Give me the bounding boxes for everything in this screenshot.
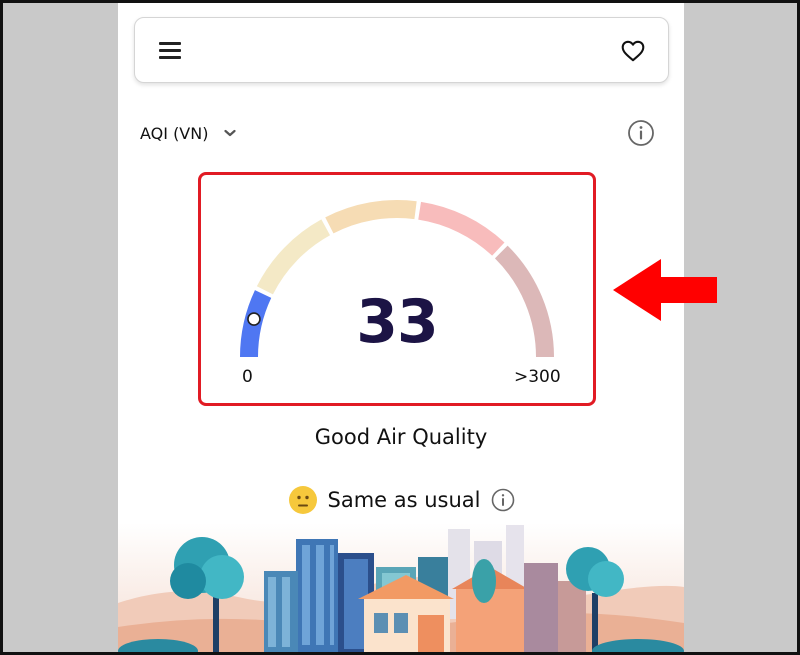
heart-icon[interactable] [620, 38, 646, 64]
neutral-face-emoji [288, 486, 317, 514]
gauge-max-label: >300 [514, 367, 561, 387]
chevron-down-icon [224, 129, 237, 137]
gauge-min-label: 0 [242, 367, 253, 387]
screenshot-frame: AQI (VN) 33 0 >300 Good Air Quality Same… [0, 0, 800, 655]
city-skyline-illustration [118, 523, 684, 652]
gauge-segment [325, 200, 417, 234]
aqi-gauge: 33 0 >300 [198, 172, 596, 406]
red-arrow-annotation [613, 259, 717, 321]
status-row: Same as usual [118, 483, 684, 517]
gauge-segment [418, 201, 505, 256]
status-text: Same as usual [327, 488, 481, 512]
hamburger-menu-icon[interactable] [157, 38, 185, 62]
info-icon[interactable] [491, 488, 515, 512]
info-icon[interactable] [627, 119, 655, 147]
aqi-standard-label: AQI (VN) [140, 123, 209, 143]
aqi-value: 33 [356, 287, 439, 357]
gauge-segment [256, 219, 331, 295]
air-quality-label: Good Air Quality [314, 425, 488, 449]
top-bar [134, 17, 669, 83]
aqi-standard-selector[interactable]: AQI (VN) [140, 121, 237, 145]
app-screen: AQI (VN) 33 0 >300 Good Air Quality Same… [118, 3, 684, 652]
